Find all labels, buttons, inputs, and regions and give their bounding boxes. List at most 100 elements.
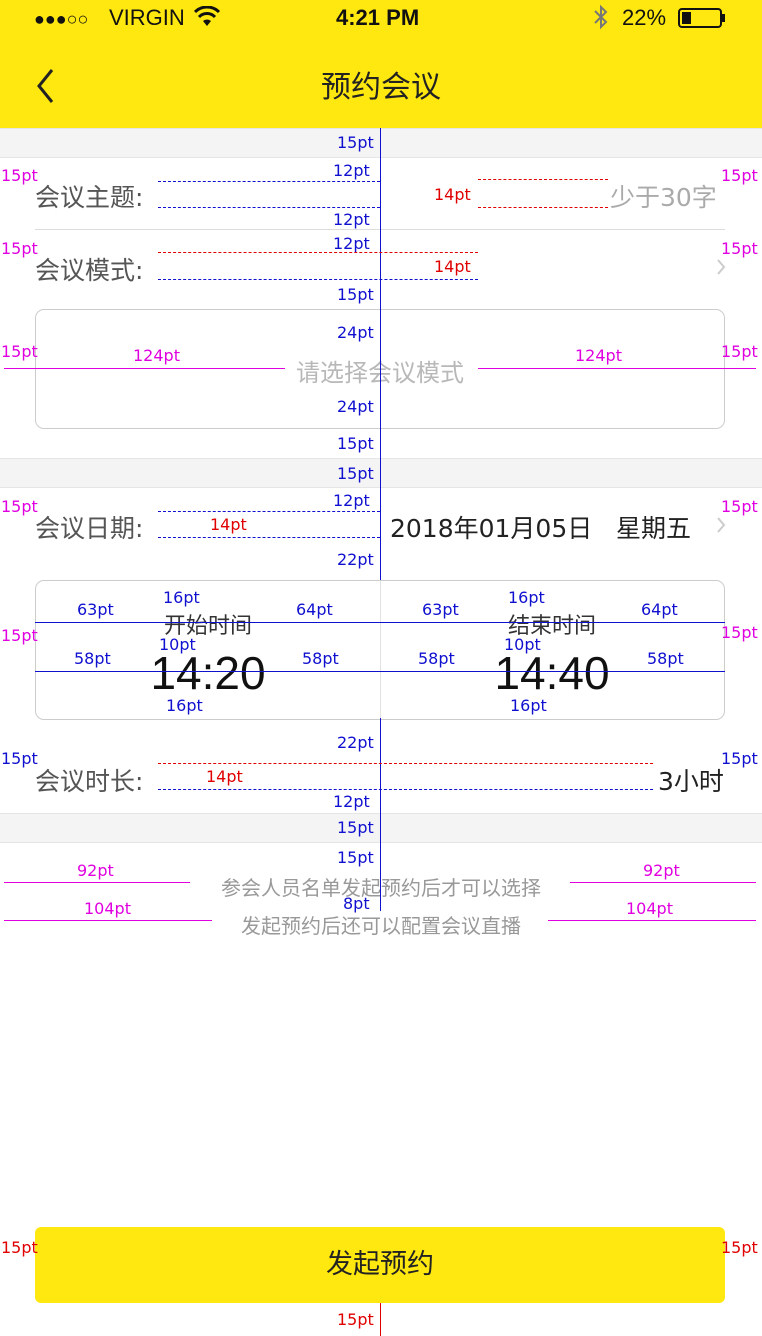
status-time: 4:21 PM	[336, 5, 420, 30]
spec-label: 24pt	[337, 397, 374, 416]
spec-label: 22pt	[337, 733, 374, 752]
spec-label: 64pt	[641, 600, 678, 619]
spec-label: 12pt	[333, 234, 370, 253]
spec-line	[158, 207, 380, 208]
spec-label: 15pt	[337, 1310, 374, 1329]
battery-percent: 22%	[622, 5, 667, 30]
mode-label: 会议模式:	[35, 256, 144, 285]
spec-label: 8pt	[343, 894, 370, 913]
spec-label: 15pt	[1, 497, 38, 516]
spec-label: 14pt	[210, 515, 247, 534]
spec-line	[158, 279, 478, 280]
spec-label: 58pt	[74, 649, 111, 668]
date-label: 会议日期:	[35, 514, 144, 543]
spec-label: 15pt	[337, 434, 374, 453]
chevron-right-icon	[716, 515, 726, 539]
guide-line	[380, 458, 381, 580]
guide-line	[380, 128, 381, 458]
spec-line	[570, 882, 756, 883]
spec-line	[158, 537, 380, 538]
spec-line	[35, 671, 725, 672]
spec-label: 15pt	[1, 626, 38, 645]
duration-label: 会议时长:	[35, 767, 144, 796]
spec-label: 16pt	[508, 588, 545, 607]
spec-line	[158, 252, 478, 253]
spec-label: 15pt	[1, 239, 38, 258]
spec-line	[158, 181, 380, 182]
spec-line	[158, 511, 380, 512]
spec-line	[478, 179, 608, 180]
topic-label: 会议主题:	[35, 183, 144, 212]
spec-label: 58pt	[647, 649, 684, 668]
duration-value: 3小时	[658, 767, 724, 796]
spec-label: 12pt	[333, 161, 370, 180]
spec-label: 15pt	[721, 497, 758, 516]
spec-label: 24pt	[337, 323, 374, 342]
spec-label: 10pt	[159, 635, 196, 654]
battery-icon	[678, 8, 726, 33]
spec-label: 16pt	[166, 696, 203, 715]
spec-label: 12pt	[333, 491, 370, 510]
spec-label: 15pt	[721, 342, 758, 361]
spec-line	[478, 368, 756, 369]
spec-label: 15pt	[1, 749, 38, 768]
spec-label: 16pt	[163, 588, 200, 607]
topic-input[interactable]: 少于30字	[610, 178, 717, 214]
spec-label: 15pt	[1, 166, 38, 185]
spec-label: 92pt	[77, 861, 114, 880]
spec-line	[548, 920, 756, 921]
guide-line	[380, 1303, 381, 1336]
spec-label: 58pt	[418, 649, 455, 668]
submit-button[interactable]: 发起预约	[35, 1227, 725, 1303]
spec-label: 92pt	[643, 861, 680, 880]
spec-label: 15pt	[721, 239, 758, 258]
bluetooth-icon	[593, 4, 609, 35]
signal-strength: ●●●○○	[34, 9, 89, 29]
section-gap	[0, 458, 762, 488]
spec-label: 12pt	[333, 210, 370, 229]
chevron-right-icon	[716, 257, 726, 281]
spec-line	[4, 882, 190, 883]
spec-label: 63pt	[422, 600, 459, 619]
spec-label: 14pt	[206, 767, 243, 786]
time-range-box: 开始时间 14:20 结束时间 14:40	[35, 580, 725, 720]
wifi-icon	[193, 5, 221, 33]
spec-label: 15pt	[1, 342, 38, 361]
page-title: 预约会议	[321, 70, 441, 105]
spec-label: 63pt	[77, 600, 114, 619]
spec-label: 58pt	[302, 649, 339, 668]
guide-line	[380, 718, 381, 841]
spec-line	[4, 368, 285, 369]
spec-label: 15pt	[337, 464, 374, 483]
guide-line	[380, 841, 381, 911]
section-gap	[0, 128, 762, 158]
spec-label: 12pt	[333, 792, 370, 811]
spec-label: 15pt	[721, 166, 758, 185]
carrier-name: VIRGIN	[109, 5, 185, 30]
spec-label: 124pt	[575, 346, 622, 365]
spec-line	[4, 920, 212, 921]
spec-label: 104pt	[84, 899, 131, 918]
spec-label: 15pt	[337, 133, 374, 152]
spec-label: 15pt	[337, 848, 374, 867]
spec-label: 104pt	[626, 899, 673, 918]
status-bar: ●●●○○ VIRGIN 4:21 PM 22%	[0, 0, 762, 40]
spec-label: 15pt	[721, 749, 758, 768]
spec-line	[158, 789, 653, 790]
spec-label: 15pt	[721, 1238, 758, 1257]
spec-label: 15pt	[337, 285, 374, 304]
weekday-value: 星期五	[616, 514, 692, 543]
spec-label: 15pt	[337, 818, 374, 837]
date-value[interactable]: 2018年01月05日	[390, 509, 592, 545]
spec-line	[158, 763, 653, 764]
spec-label: 10pt	[504, 635, 541, 654]
spec-label: 15pt	[721, 623, 758, 642]
spec-label: 14pt	[434, 257, 471, 276]
spec-label: 14pt	[434, 185, 471, 204]
spec-label: 64pt	[296, 600, 333, 619]
section-gap	[0, 813, 762, 843]
spec-label: 22pt	[337, 550, 374, 569]
spec-label: 16pt	[510, 696, 547, 715]
spec-line	[35, 622, 725, 623]
spec-label: 15pt	[1, 1238, 38, 1257]
